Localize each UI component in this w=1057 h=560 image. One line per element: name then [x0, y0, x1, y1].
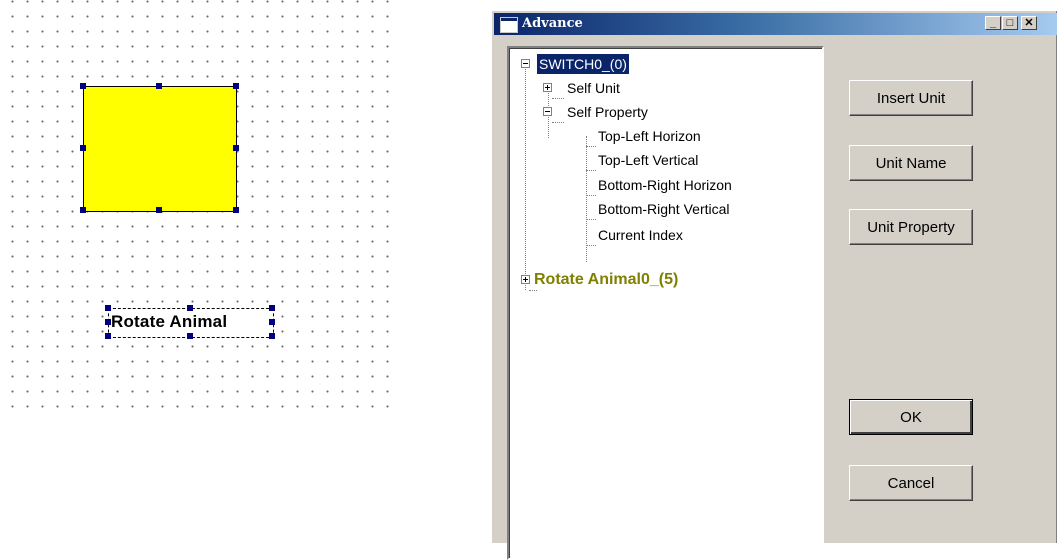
tree-connector	[529, 290, 537, 291]
dialog-title: Advance	[522, 16, 583, 31]
tree-node-label: Bottom-Right Vertical	[598, 201, 730, 217]
tree-node-label: Current Index	[598, 227, 683, 243]
button-label: Cancel	[887, 474, 935, 492]
ok-button[interactable]: OK	[849, 399, 973, 435]
collapse-icon[interactable]	[543, 107, 552, 116]
tree-node-self-property[interactable]: Self Property	[509, 102, 709, 122]
tree-connector	[586, 195, 596, 196]
tree-node-self-unit[interactable]: Self Unit	[509, 78, 709, 98]
resize-handle-ne[interactable]	[233, 83, 239, 89]
tree-leaf-bottom-right-horizon[interactable]: Bottom-Right Horizon	[509, 175, 799, 195]
tree-leaf-bottom-right-vertical[interactable]: Bottom-Right Vertical	[509, 199, 799, 219]
tree-node-rotate-animal[interactable]: Rotate Animal0_(5)	[509, 270, 769, 290]
button-label: Insert Unit	[876, 89, 946, 107]
design-canvas[interactable]: Rotate Animal	[0, 0, 400, 420]
text-handle-n[interactable]	[187, 305, 193, 311]
resize-handle-n[interactable]	[156, 83, 162, 89]
button-label: Unit Name	[875, 154, 947, 172]
tree-node-switch0[interactable]: SWITCH0_(0)	[509, 53, 709, 75]
unit-tree-view[interactable]: SWITCH0_(0) Self Unit Self Property Top-…	[507, 46, 824, 560]
text-handle-w[interactable]	[105, 319, 111, 325]
tree-connector	[586, 170, 596, 171]
text-widget-label: Rotate Animal	[111, 312, 228, 331]
button-label: Unit Property	[867, 218, 955, 236]
resize-handle-nw[interactable]	[80, 83, 86, 89]
window-icon	[500, 17, 518, 33]
unit-name-button[interactable]: Unit Name	[849, 145, 973, 181]
text-handle-e[interactable]	[269, 319, 275, 325]
tree-connector	[552, 98, 564, 99]
minimize-button[interactable]: _	[985, 16, 1001, 30]
close-button[interactable]: ✕	[1021, 16, 1037, 30]
tree-leaf-current-index[interactable]: Current Index	[509, 225, 799, 245]
tree-node-label: Self Property	[567, 104, 648, 120]
expand-icon[interactable]	[521, 275, 530, 284]
tree-node-label: Top-Left Horizon	[598, 128, 701, 144]
close-icon: ✕	[1024, 17, 1034, 29]
minimize-icon: _	[989, 17, 997, 29]
expand-icon[interactable]	[543, 83, 552, 92]
tree-connector	[586, 146, 596, 147]
tree-leaf-top-left-vertical[interactable]: Top-Left Vertical	[509, 150, 799, 170]
resize-handle-se[interactable]	[233, 207, 239, 213]
resize-handle-s[interactable]	[156, 207, 162, 213]
tree-connector	[586, 219, 596, 220]
text-handle-sw[interactable]	[105, 333, 111, 339]
tree-connector	[586, 245, 596, 246]
tree-leaf-top-left-horizon[interactable]: Top-Left Horizon	[509, 126, 799, 146]
resize-handle-sw[interactable]	[80, 207, 86, 213]
button-label: OK	[900, 408, 922, 426]
dialog-titlebar[interactable]: Advance _ □ ✕	[494, 13, 1057, 35]
tree-node-label: Bottom-Right Horizon	[598, 177, 732, 193]
cancel-button[interactable]: Cancel	[849, 465, 973, 501]
tree-node-label: Self Unit	[567, 80, 620, 96]
tree-node-label: SWITCH0_(0)	[536, 53, 630, 75]
tree-node-label: Top-Left Vertical	[598, 152, 699, 168]
advance-dialog: Advance _ □ ✕ SWITCH0_(0) Self Unit Self…	[491, 10, 1057, 560]
resize-handle-e[interactable]	[233, 145, 239, 151]
unit-property-button[interactable]: Unit Property	[849, 209, 973, 245]
resize-handle-w[interactable]	[80, 145, 86, 151]
text-handle-ne[interactable]	[269, 305, 275, 311]
yellow-rectangle-shape[interactable]	[83, 86, 237, 212]
tree-node-label: Rotate Animal0_(5)	[534, 271, 679, 288]
maximize-icon: □	[1006, 17, 1014, 29]
tree-connector	[552, 122, 564, 123]
collapse-icon[interactable]	[521, 59, 530, 68]
text-handle-se[interactable]	[269, 333, 275, 339]
maximize-button[interactable]: □	[1002, 16, 1018, 30]
text-handle-nw[interactable]	[105, 305, 111, 311]
insert-unit-button[interactable]: Insert Unit	[849, 80, 973, 116]
text-handle-s[interactable]	[187, 333, 193, 339]
